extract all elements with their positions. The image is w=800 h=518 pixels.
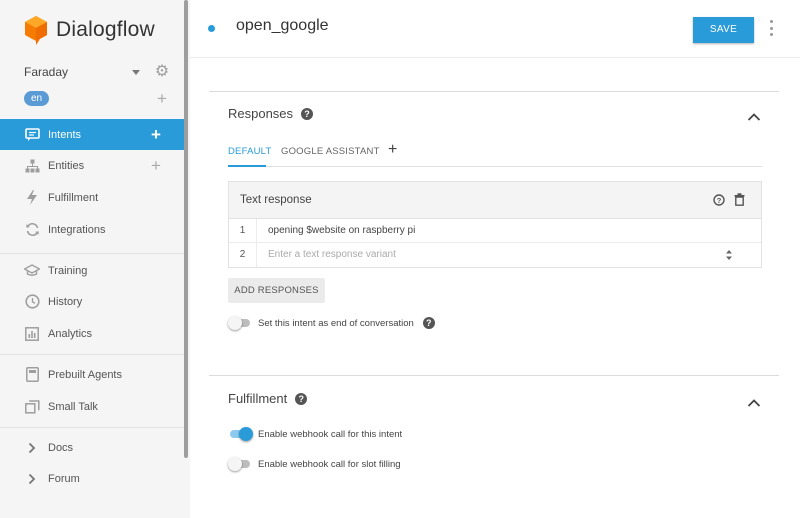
gear-icon[interactable]: ⚙ xyxy=(154,64,170,80)
sidebar-item-label: Prebuilt Agents xyxy=(48,368,122,381)
sidebar-item-label: Docs xyxy=(48,441,74,454)
webhook-toggle[interactable] xyxy=(228,427,253,441)
svg-text:?: ? xyxy=(717,196,722,205)
chat-icon xyxy=(24,127,40,143)
slot-filling-label: Enable webhook call for slot filling xyxy=(258,458,401,470)
sidebar-item-analytics[interactable]: Analytics xyxy=(0,318,186,349)
sidebar-item-label: Entities xyxy=(48,159,85,172)
fulfillment-section-title: Fulfillment ? xyxy=(228,391,308,406)
agent-name: Faraday xyxy=(24,65,69,79)
dialogflow-logo-icon xyxy=(25,16,47,45)
sidebar-item-intents[interactable]: Intents + xyxy=(0,119,186,150)
sidebar-item-integrations[interactable]: Integrations xyxy=(0,214,186,245)
app-name: Dialogflow xyxy=(56,18,155,41)
sidebar-item-forum[interactable]: Forum xyxy=(0,463,186,494)
agent-selector[interactable]: Faraday ⚙ xyxy=(24,63,170,81)
help-icon[interactable]: ? xyxy=(422,317,435,329)
fulfillment-title: Fulfillment xyxy=(228,391,288,406)
chevron-right-icon xyxy=(24,440,40,456)
add-platform-icon[interactable]: + xyxy=(388,141,397,159)
sidebar-item-entities[interactable]: Entities + xyxy=(0,150,186,181)
text-response-row[interactable]: 2 Enter a text response variant xyxy=(229,243,761,267)
sidebar: Dialogflow Faraday ⚙ en + Intents + Enti… xyxy=(0,0,190,518)
webhook-label: Enable webhook call for this intent xyxy=(258,428,403,440)
resize-stepper-icon[interactable] xyxy=(725,249,733,261)
text-response-block: Text response ? 1 opening $website on ra… xyxy=(228,181,762,268)
card-divider xyxy=(209,91,779,92)
sidebar-item-label: Forum xyxy=(48,472,80,485)
text-response-title: Text response xyxy=(240,194,312,206)
nav-divider xyxy=(0,427,186,428)
active-tab-indicator xyxy=(228,165,266,167)
sync-icon xyxy=(24,222,40,238)
chevron-right-icon xyxy=(24,471,40,487)
sidebar-item-small-talk[interactable]: Small Talk xyxy=(0,391,186,422)
sidebar-item-label: Training xyxy=(48,264,88,277)
response-tabs: DEFAULT GOOGLE ASSISTANT + xyxy=(228,140,762,167)
sidebar-item-label: Fulfillment xyxy=(48,191,99,204)
slot-filling-row: Enable webhook call for slot filling xyxy=(228,457,401,471)
responses-title: Responses xyxy=(228,106,294,121)
trash-icon[interactable] xyxy=(734,193,745,206)
help-icon[interactable]: ? xyxy=(301,107,314,120)
sidebar-item-prebuilt-agents[interactable]: Prebuilt Agents xyxy=(0,359,186,390)
row-number: 2 xyxy=(229,243,257,267)
slot-filling-toggle[interactable] xyxy=(228,457,252,471)
language-row: en + xyxy=(24,89,170,107)
text-response-row[interactable]: 1 opening $website on raspberry pi xyxy=(229,219,761,243)
nav-divider xyxy=(0,253,186,254)
bar-chart-icon xyxy=(24,326,40,342)
tab-default[interactable]: DEFAULT xyxy=(228,146,271,157)
add-intent-icon[interactable]: + xyxy=(148,126,164,143)
text-response-header: Text response ? xyxy=(229,182,761,219)
agent-book-icon xyxy=(24,367,40,383)
end-conversation-row: Set this intent as end of conversation ? xyxy=(228,316,435,330)
nav-divider xyxy=(0,354,186,355)
mortarboard-icon xyxy=(24,263,40,279)
entities-icon xyxy=(24,158,40,174)
intent-header: open_google SAVE xyxy=(190,0,800,58)
help-icon[interactable]: ? xyxy=(295,392,308,405)
app-logo[interactable]: Dialogflow xyxy=(24,14,155,46)
save-button[interactable]: SAVE xyxy=(693,17,754,43)
add-entity-icon[interactable]: + xyxy=(148,157,164,174)
tab-google-assistant[interactable]: GOOGLE ASSISTANT xyxy=(281,146,380,157)
sidebar-item-history[interactable]: History xyxy=(0,286,186,317)
text-response-value[interactable]: opening $website on raspberry pi xyxy=(268,219,415,243)
bolt-icon xyxy=(24,190,40,206)
add-language-icon[interactable]: + xyxy=(154,90,170,107)
text-response-input[interactable]: Enter a text response variant xyxy=(268,243,396,267)
intent-name-field[interactable]: open_google xyxy=(236,17,329,35)
sidebar-scrollbar[interactable] xyxy=(184,0,188,458)
sidebar-item-label: Intents xyxy=(48,128,82,141)
more-options-icon[interactable] xyxy=(768,20,774,36)
sidebar-item-docs[interactable]: Docs xyxy=(0,432,186,463)
sidebar-item-label: Analytics xyxy=(48,327,93,340)
chevron-down-icon[interactable] xyxy=(132,69,140,75)
sidebar-item-label: Integrations xyxy=(48,223,106,236)
collapse-responses-icon[interactable] xyxy=(747,112,761,122)
help-circle-icon[interactable]: ? xyxy=(713,194,725,206)
collapse-fulfillment-icon[interactable] xyxy=(747,398,761,408)
sidebar-item-training[interactable]: Training xyxy=(0,255,186,286)
language-badge[interactable]: en xyxy=(24,90,50,106)
end-conversation-toggle[interactable] xyxy=(228,316,252,330)
webhook-row: Enable webhook call for this intent xyxy=(228,427,403,441)
responses-section-title: Responses ? xyxy=(228,106,314,121)
card-divider xyxy=(209,375,779,376)
small-talk-icon xyxy=(24,399,40,415)
sidebar-item-label: History xyxy=(48,295,83,308)
clock-icon xyxy=(24,294,40,310)
end-conversation-label: Set this intent as end of conversation xyxy=(258,317,414,329)
sidebar-item-label: Small Talk xyxy=(48,400,98,413)
add-responses-button[interactable]: ADD RESPONSES xyxy=(228,278,325,303)
sidebar-item-fulfillment[interactable]: Fulfillment xyxy=(0,182,186,213)
priority-dot-icon[interactable] xyxy=(208,25,215,32)
row-number: 1 xyxy=(229,219,257,243)
